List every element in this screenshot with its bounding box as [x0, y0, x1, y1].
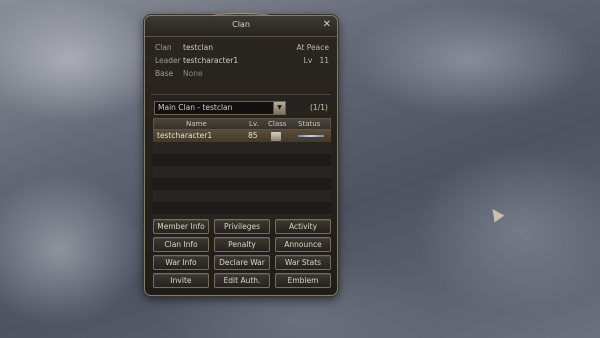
clan-unit-select-value: Main Clan - testclan [158, 103, 233, 112]
level-label: Lv [303, 56, 313, 65]
level-value: 11 [319, 56, 329, 65]
member-info-button[interactable]: Member Info [153, 219, 209, 234]
emblem-button[interactable]: Emblem [275, 273, 331, 288]
col-name[interactable]: Name [186, 119, 207, 129]
clan-info-panel: Clan testclan At Peace Leader testcharac… [155, 43, 329, 82]
online-status-icon [298, 135, 324, 137]
war-info-button[interactable]: War Info [153, 255, 209, 270]
chevron-down-icon[interactable]: ▼ [273, 102, 285, 114]
table-row [153, 166, 331, 178]
member-name: testcharacter1 [157, 131, 213, 140]
invite-button[interactable]: Invite [153, 273, 209, 288]
table-row [153, 202, 331, 214]
mouse-cursor-icon [487, 205, 505, 223]
member-level: 85 [248, 131, 258, 140]
edit-auth-button[interactable]: Edit Auth. [214, 273, 270, 288]
member-table: Name Lv. Class Status testcharacter1 85 [153, 118, 331, 226]
clan-info-button[interactable]: Clan Info [153, 237, 209, 252]
leader-label: Leader [155, 56, 181, 65]
clan-name-value: testclan [183, 43, 213, 52]
table-header: Name Lv. Class Status [153, 118, 331, 130]
base-label: Base [155, 69, 174, 78]
table-row [153, 142, 331, 154]
col-level[interactable]: Lv. [249, 119, 259, 129]
war-stats-button[interactable]: War Stats [275, 255, 331, 270]
class-icon [271, 132, 281, 141]
table-row[interactable]: testcharacter1 85 [153, 130, 331, 142]
divider [151, 94, 331, 95]
title-bar[interactable]: Clan ✕ [145, 13, 337, 37]
clan-state: At Peace [296, 43, 329, 52]
declare-war-button[interactable]: Declare War [214, 255, 270, 270]
window-title: Clan [232, 20, 250, 29]
clan-window: Clan ✕ Clan testclan At Peace Leader tes… [144, 13, 338, 296]
table-row [153, 178, 331, 190]
member-count: (1/1) [310, 103, 328, 112]
announce-button[interactable]: Announce [275, 237, 331, 252]
col-status[interactable]: Status [298, 119, 320, 129]
privileges-button[interactable]: Privileges [214, 219, 270, 234]
clan-unit-select[interactable]: Main Clan - testclan ▼ [154, 101, 286, 115]
penalty-button[interactable]: Penalty [214, 237, 270, 252]
leader-value: testcharacter1 [183, 56, 239, 65]
col-class[interactable]: Class [268, 119, 286, 129]
clan-level: Lv 11 [304, 56, 329, 65]
table-row [153, 190, 331, 202]
close-icon[interactable]: ✕ [323, 19, 331, 31]
clan-label: Clan [155, 43, 172, 52]
base-value: None [183, 69, 203, 78]
activity-button[interactable]: Activity [275, 219, 331, 234]
table-row [153, 154, 331, 166]
